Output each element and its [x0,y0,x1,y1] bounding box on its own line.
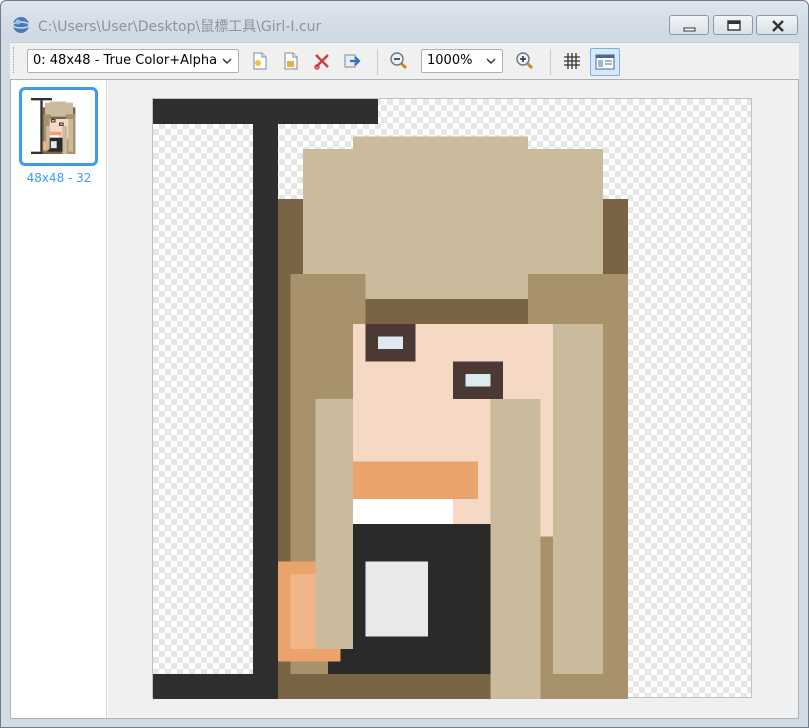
maximize-icon [727,20,741,31]
hair-strand-right [68,119,73,152]
image-format-value: 0: 48x48 - True Color+Alpha [33,53,218,68]
collar [49,135,59,138]
hair-front-right [62,126,68,154]
grid-icon[interactable] [562,51,582,71]
pixel-canvas[interactable] [152,98,752,699]
zoom-out-icon[interactable] [389,51,409,71]
zoom-in-icon[interactable] [515,51,535,71]
hair-front-right [490,399,541,699]
zoom-value: 1000% [427,53,473,68]
thumbnail-item[interactable] [19,87,98,166]
eye-right-white [60,123,63,125]
image-format-select[interactable]: 0: 48x48 - True Color+Alpha [27,49,239,73]
eye-left-white [378,336,403,349]
title-bar[interactable]: C:\Users\User\Desktop\鼠標工具\Girl-I.cur [1,1,808,39]
hair-crown [49,101,66,107]
chevron-down-icon [486,58,496,64]
cursor-bar-stem [40,100,43,152]
eye-right-white [465,374,491,387]
image-list-panel: 48x48 - 32 [11,80,107,718]
hair-front-left [315,399,353,649]
toolbar: 0: 48x48 - True Color+Alpha 1000% [10,42,799,79]
toolbar-separator [377,49,378,75]
face-shadow [49,131,62,136]
cursor-bar-top [153,99,378,124]
close-button[interactable] [756,15,798,35]
cursor-thumbnail-image [31,98,76,154]
editor-body: 48x48 - 32 [10,79,799,719]
tie [365,561,428,637]
window-title: C:\Users\User\Desktop\鼠標工具\Girl-I.cur [38,19,322,35]
import-image-icon[interactable] [281,51,301,71]
cursor-pixel-art [153,99,628,699]
close-icon [772,20,784,32]
chevron-down-icon [222,58,232,64]
preview-pane-icon [595,54,615,70]
thumbnail-label: 48x48 - 32 [26,171,92,185]
canvas-area [108,80,798,718]
face-shadow [353,461,478,499]
toolbar-grip[interactable] [13,47,16,73]
app-window: C:\Users\User\Desktop\鼠標工具\Girl-I.cur 0:… [0,0,809,728]
hair-strand-right [553,324,603,674]
delete-image-icon[interactable] [312,51,332,71]
cursor-bar-stem [253,124,278,674]
minimize-icon [683,27,696,32]
cursor-bar-top [31,98,52,101]
preview-pane-button[interactable] [590,48,620,76]
hair-crown [353,136,528,187]
export-image-icon[interactable] [342,51,362,71]
minimize-button[interactable] [669,15,709,35]
toolbar-separator [550,49,551,75]
new-image-icon[interactable] [250,51,270,71]
eye-left-white [52,120,55,122]
maximize-button[interactable] [713,15,753,35]
app-globe-icon [12,17,30,33]
zoom-select[interactable]: 1000% [421,49,503,73]
collar [353,499,453,524]
tie [50,141,57,149]
hair-front-left [46,126,50,150]
